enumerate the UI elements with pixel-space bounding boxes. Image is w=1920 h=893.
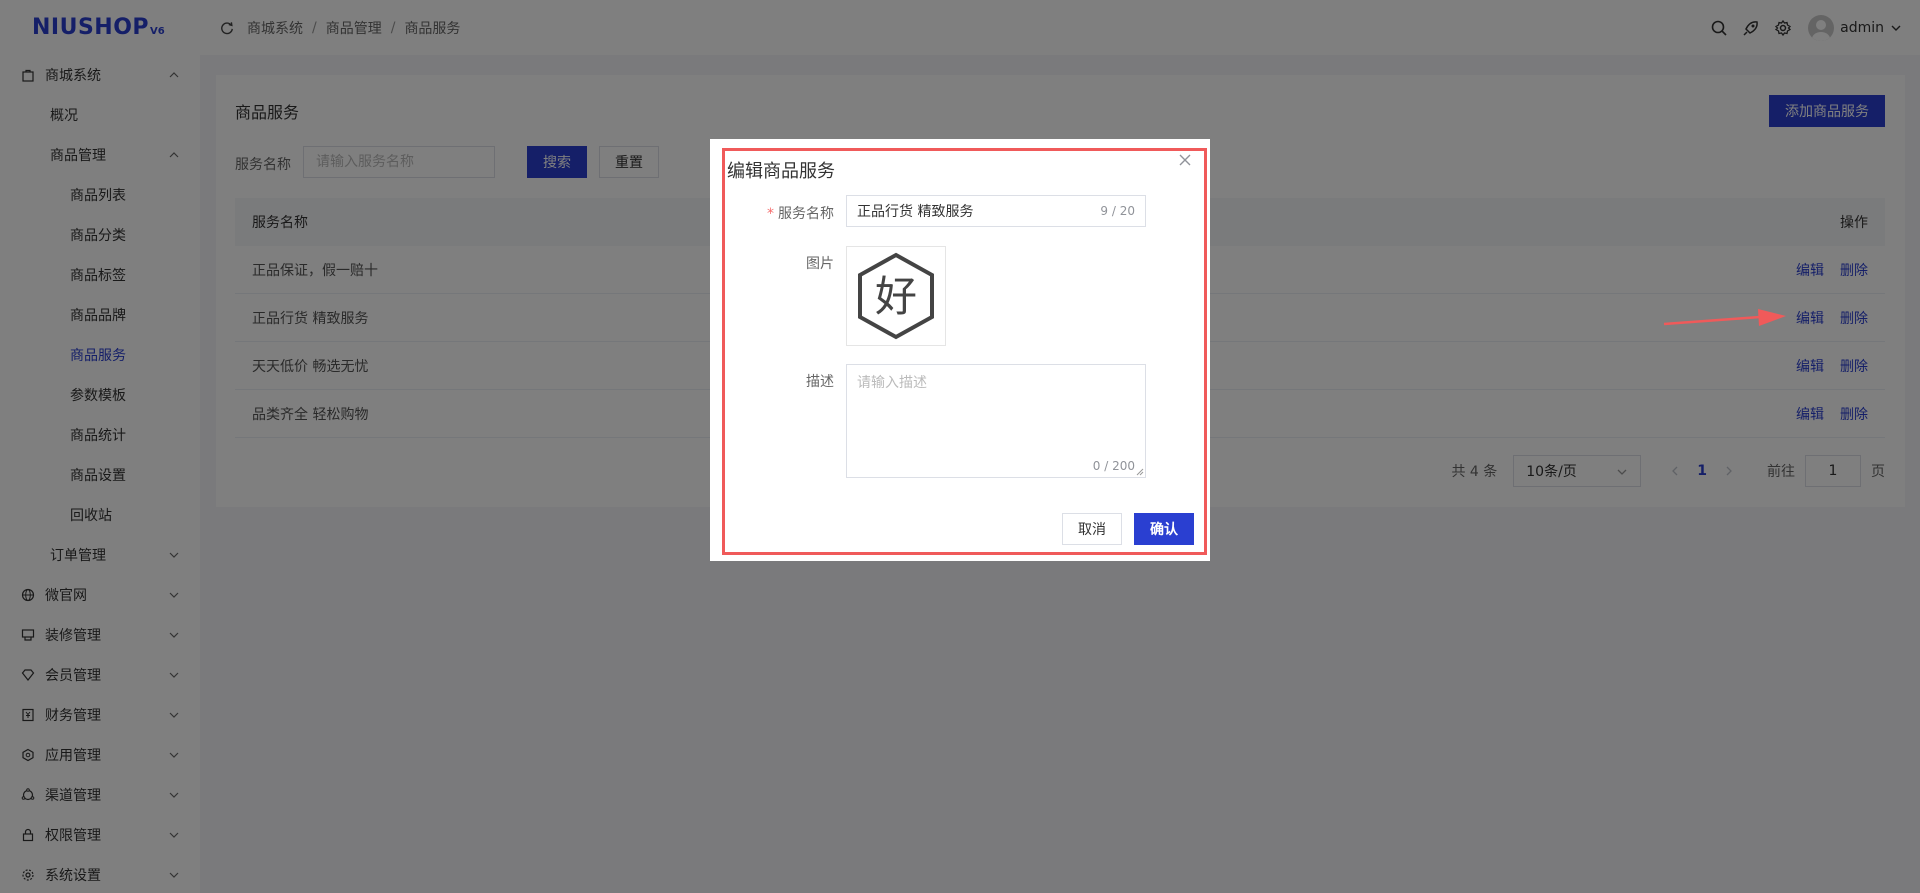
edit-service-dialog: 编辑商品服务 * 服务名称 正品行货 精致服务 9 / 20 图片 好 描述 请输… [710, 139, 1210, 561]
description-placeholder: 请输入描述 [857, 375, 927, 391]
svg-text:好: 好 [875, 272, 917, 321]
resize-handle-icon[interactable] [1136, 468, 1144, 476]
service-image: 好 [858, 252, 934, 340]
dialog-title: 编辑商品服务 [727, 161, 835, 182]
service-name-input[interactable]: 正品行货 精致服务 9 / 20 [846, 195, 1146, 227]
description-textarea[interactable]: 请输入描述 0 / 200 [846, 364, 1146, 478]
service-name-label: * 服务名称 [767, 206, 834, 222]
service-name-count: 9 / 20 [1100, 204, 1135, 218]
close-icon[interactable] [1178, 153, 1192, 167]
image-label: 图片 [806, 256, 834, 272]
service-name-value: 正品行货 精致服务 [857, 204, 974, 220]
description-label: 描述 [806, 374, 834, 390]
service-image-upload[interactable]: 好 [846, 246, 946, 346]
description-count: 0 / 200 [1092, 459, 1135, 473]
annotation-arrow-icon [1663, 309, 1786, 326]
required-asterisk: * [767, 206, 774, 222]
cancel-button[interactable]: 取消 [1062, 513, 1122, 545]
confirm-button[interactable]: 确认 [1134, 513, 1194, 545]
